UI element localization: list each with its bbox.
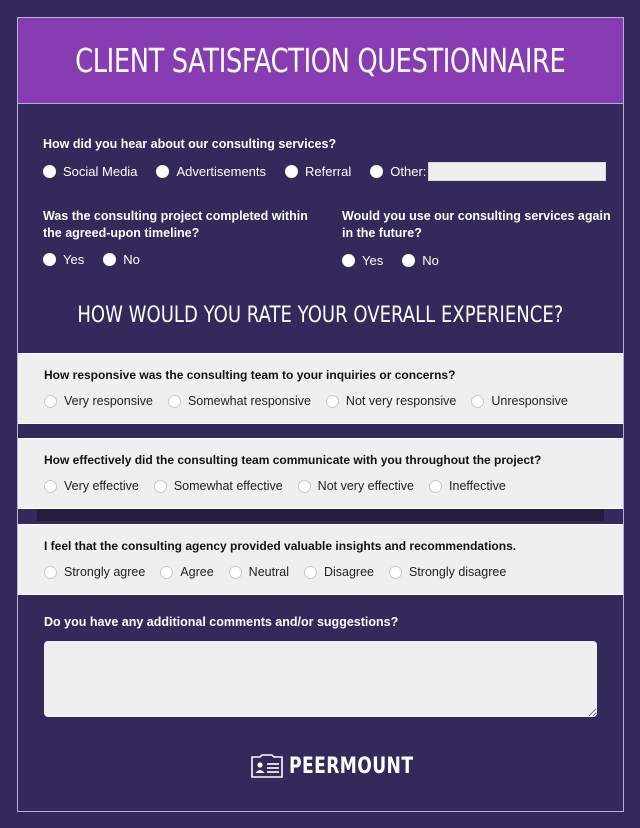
rating-question: How responsive was the consulting team t… [44,368,456,382]
option-advertisements[interactable]: Advertisements [156,164,266,179]
question-timeline-options: Yes No [43,252,159,267]
option-label: Strongly disagree [409,565,507,579]
option-very-effective[interactable]: Very effective [44,479,139,493]
header-banner: CLIENT SATISFACTION QUESTIONNAIRE [18,18,623,104]
question-timeline-line1: Was the consulting project completed wit… [43,209,308,223]
radio-button[interactable] [303,565,317,579]
section-title: HOW WOULD YOU RATE YOUR OVERALL EXPERIEN… [18,303,623,328]
option-label: Strongly agree [64,565,146,579]
question-timeline-label: Was the consulting project completed wit… [43,208,308,242]
radio-button[interactable] [156,165,170,178]
option-unresponsive[interactable]: Unresponsive [471,394,568,408]
question-source-options: Social Media Advertisements Referral Oth… [43,162,607,181]
rating-options: Strongly agree Agree Neutral Disagree St… [44,565,521,579]
radio-button[interactable] [43,253,56,266]
option-label: Not very effective [317,479,415,493]
option-neutral[interactable]: Neutral [228,565,289,579]
comments-label: Do you have any additional comments and/… [44,615,399,629]
option-somewhat-responsive[interactable]: Somewhat responsive [167,394,311,408]
question-reuse-options: Yes No [342,253,458,268]
question-reuse-line1: Would you use our consulting services ag… [342,209,611,223]
questionnaire-frame: CLIENT SATISFACTION QUESTIONNAIRE How di… [17,17,624,812]
option-label: Disagree [323,565,374,579]
option-referral[interactable]: Referral [285,164,351,179]
radio-button[interactable] [389,565,402,579]
other-text-input[interactable] [428,162,607,181]
option-social-media[interactable]: Social Media [43,164,137,179]
rating-question: I feel that the consulting agency provid… [44,539,517,553]
radio-button[interactable] [44,565,57,579]
option-label: Very responsive [64,394,153,408]
question-timeline-line2: the agreed-upon timeline? [43,226,200,240]
question-reuse-line2: in the future? [342,226,422,240]
option-label: Yes [362,253,384,268]
option-disagree[interactable]: Disagree [303,565,374,579]
option-label: No [123,252,140,267]
option-strongly-disagree[interactable]: Strongly disagree [389,565,506,579]
rating-options: Very effective Somewhat effective Not ve… [44,479,521,493]
radio-button[interactable] [325,394,339,408]
brand-logo: PEERMOUNT [250,753,449,779]
option-agree[interactable]: Agree [160,565,214,579]
option-somewhat-effective[interactable]: Somewhat effective [153,479,283,493]
rating-card-responsiveness: How responsive was the consulting team t… [18,353,623,424]
id-card-icon [251,754,283,778]
brand-name: PEERMOUNT [289,753,414,779]
radio-button[interactable] [44,394,57,408]
radio-button[interactable] [43,165,56,178]
radio-button[interactable] [153,479,167,493]
radio-button[interactable] [471,394,485,408]
radio-button[interactable] [370,165,384,178]
radio-button[interactable] [228,565,242,579]
option-timeline-no[interactable]: No [103,252,140,267]
option-label: Referral [305,164,352,179]
rating-card-insights: I feel that the consulting agency provid… [18,524,623,595]
option-label: Neutral [248,565,289,579]
radio-button[interactable] [44,479,57,493]
question-reuse-label: Would you use our consulting services ag… [342,208,611,242]
option-not-very-effective[interactable]: Not very effective [297,479,415,493]
option-label: Ineffective [449,479,506,493]
radio-button[interactable] [285,165,299,178]
option-timeline-yes[interactable]: Yes [43,252,84,267]
option-ineffective[interactable]: Ineffective [429,479,506,493]
option-label: Yes [63,252,85,267]
option-label: Somewhat effective [173,479,283,493]
option-label: Other: [390,164,427,179]
radio-button[interactable] [103,253,117,266]
option-label: Very effective [64,479,139,493]
divider-band [37,509,604,521]
comments-textarea[interactable] [44,641,597,717]
option-label: Not very responsive [345,394,457,408]
option-label: Somewhat responsive [187,394,311,408]
option-label: No [422,253,439,268]
option-very-responsive[interactable]: Very responsive [44,394,153,408]
option-strongly-agree[interactable]: Strongly agree [44,565,145,579]
option-label: Agree [180,565,214,579]
radio-button[interactable] [160,565,174,579]
radio-button[interactable] [429,479,443,493]
radio-button[interactable] [402,254,416,267]
option-label: Unresponsive [491,394,568,408]
option-label: Social Media [63,164,138,179]
option-reuse-yes[interactable]: Yes [342,253,383,268]
rating-question: How effectively did the consulting team … [44,453,542,467]
question-source-label: How did you hear about our consulting se… [43,137,337,151]
radio-button[interactable] [167,394,181,408]
rating-card-communication: How effectively did the consulting team … [18,438,623,509]
option-other[interactable]: Other: [370,164,426,179]
option-not-very-responsive[interactable]: Not very responsive [325,394,457,408]
radio-button[interactable] [297,479,311,493]
section-title-text: HOW WOULD YOU RATE YOUR OVERALL EXPERIEN… [77,303,564,328]
rating-options: Very responsive Somewhat responsive Not … [44,394,583,408]
option-reuse-no[interactable]: No [402,253,439,268]
option-label: Advertisements [176,164,267,179]
radio-button[interactable] [342,254,355,267]
page-title: CLIENT SATISFACTION QUESTIONNAIRE [75,41,566,80]
